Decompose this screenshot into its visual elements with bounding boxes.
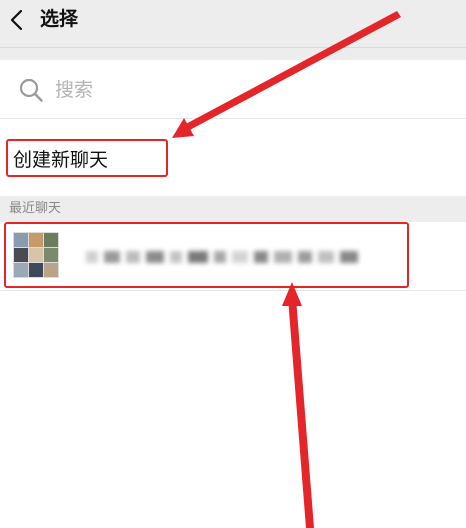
page-title: 选择 [40, 8, 79, 30]
nav-bar: 选择 [0, 0, 466, 48]
search-bar[interactable]: 搜索 [0, 60, 466, 119]
search-input[interactable]: 搜索 [55, 78, 93, 102]
recent-chats-header: 最近聊天 [0, 196, 466, 222]
highlight-box-recent-chat [4, 222, 409, 288]
recent-chats-title: 最近聊天 [9, 201, 62, 216]
search-icon [19, 78, 43, 102]
back-button[interactable] [6, 6, 30, 34]
chevron-left-icon [10, 9, 23, 31]
arrow-to-recent-chat [282, 282, 314, 528]
header-gap [0, 48, 466, 60]
select-chat-page: 选择 搜索 创建新聊天 最近聊天 [0, 0, 466, 528]
highlight-box-create-chat [6, 139, 168, 177]
